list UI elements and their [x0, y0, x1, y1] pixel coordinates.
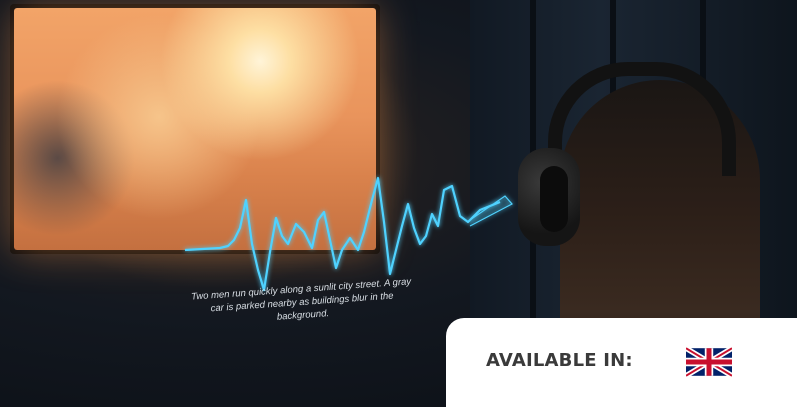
availability-card: AVAILABLE IN: — [446, 318, 797, 407]
available-in-label: AVAILABLE IN: — [486, 350, 633, 371]
uk-flag-icon — [686, 347, 732, 377]
hero-image: Two men run quickly along a sunlit city … — [0, 0, 797, 407]
waveform-cone — [469, 195, 513, 227]
waveform-line — [184, 176, 501, 292]
